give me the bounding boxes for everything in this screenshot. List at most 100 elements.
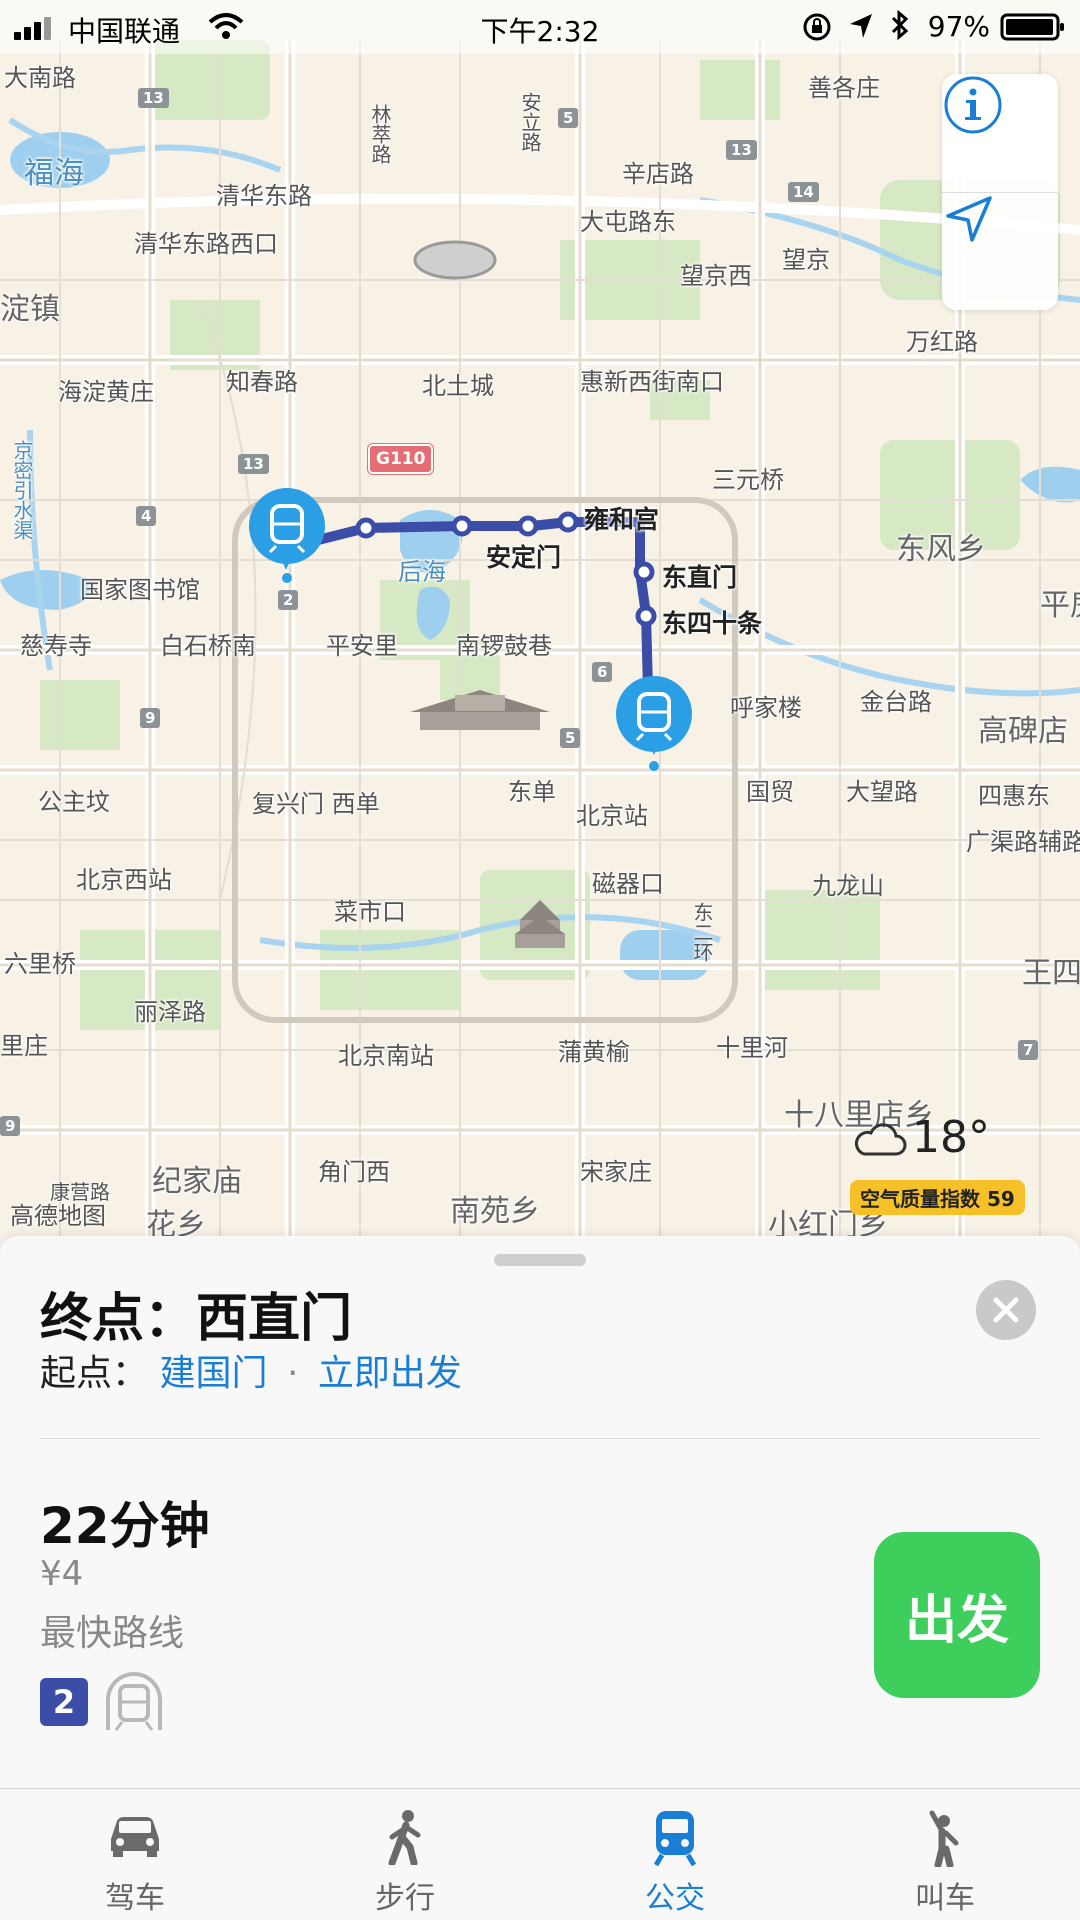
tab-walk-label: 步行 (375, 1881, 435, 1916)
battery-icon (1000, 13, 1064, 41)
map-place-label: 望京 (782, 246, 830, 274)
go-button[interactable]: 出发 (874, 1532, 1040, 1698)
origin-separator: · (286, 1353, 299, 1394)
road-shield: 9 (0, 1116, 21, 1136)
map-place-label: 磁器口 (592, 870, 664, 898)
map-place-label: 菜市口 (334, 898, 406, 926)
station-label[interactable]: 东四十条 (662, 604, 762, 640)
sheet-grabber[interactable] (494, 1254, 586, 1266)
map-place-label: 南苑乡 (450, 1194, 540, 1229)
map-place-label: 京密引水渠 (10, 440, 34, 540)
route-stop-dot (355, 517, 377, 539)
tab-drive-label: 驾车 (105, 1881, 165, 1916)
station-label[interactable]: 东直门 (662, 558, 737, 594)
road-shield: 5 (560, 728, 581, 748)
map-place-label: 国家图书馆 (80, 576, 200, 604)
road-shield: 2 (278, 590, 299, 610)
map-place-label: 广渠路辅路 (966, 828, 1080, 856)
subway-train-icon (106, 1672, 162, 1731)
air-quality-badge: 空气质量指数 59 (850, 1180, 1025, 1215)
map-base (0, 40, 1080, 1240)
route-sheet: 终点：西直门 起点： 建国门 · 立即出发 22分钟 ¥4 最快路线 2 出发 (0, 1236, 1080, 1788)
route-stop-dot (557, 511, 579, 533)
sheet-divider (40, 1438, 1040, 1439)
route-duration: 22分钟 (40, 1497, 210, 1555)
origin-label: 起点： (40, 1353, 149, 1394)
subway-line-badge: 2 (40, 1678, 88, 1726)
map-place-label: 国贸 (746, 778, 794, 806)
map-place-label: 北京南站 (338, 1042, 434, 1070)
car-icon (111, 1817, 159, 1857)
road-shield: 13 (726, 140, 757, 160)
map-place-label: 大望路 (846, 778, 918, 806)
tab-walk[interactable]: 步行 (270, 1789, 540, 1920)
map-place-label: 角门西 (318, 1158, 390, 1186)
info-icon (944, 76, 1002, 134)
close-button[interactable] (976, 1280, 1036, 1340)
map-place-label: 慈寿寺 (20, 632, 92, 660)
map-place-label: 花乡 (146, 1208, 206, 1240)
tab-ride-label: 叫车 (915, 1881, 975, 1916)
map-place-label: 九龙山 (812, 872, 884, 900)
map-place-label: 东风乡 (896, 532, 986, 567)
route-stop-dot (451, 515, 473, 537)
map-place-label: 平安里 (326, 632, 398, 660)
depart-time-link[interactable]: 立即出发 (318, 1353, 462, 1394)
bluetooth-icon (891, 10, 909, 40)
highway-shield: G110 (368, 444, 434, 474)
road-shield: 13 (238, 454, 269, 474)
status-bar: 中国联通 下午2:32 97% (0, 0, 1080, 54)
station-label[interactable]: 雍和宫 (584, 500, 659, 536)
map-place-label: 东单 (508, 778, 556, 806)
map-place-label: 高碑店 (978, 714, 1068, 749)
route-stop-dot (635, 605, 657, 627)
map-place-label: 丽泽路 (134, 998, 206, 1026)
map-place-label: 平房 (1040, 588, 1080, 623)
map-place-label: 福海 (24, 156, 84, 191)
map-place-label: 北京站 (576, 802, 648, 830)
map-place-label: 南锣鼓巷 (456, 632, 552, 660)
map-place-label: 纪家庙 (152, 1164, 242, 1199)
map-attribution: 高德地图 (10, 1202, 106, 1230)
tab-drive[interactable]: 驾车 (0, 1789, 270, 1920)
close-icon (993, 1297, 1019, 1323)
road-shield: 14 (788, 182, 819, 202)
map-place-label: 善各庄 (808, 74, 880, 102)
weather-temperature: 18° (912, 1112, 990, 1163)
map-place-label: 三元桥 (712, 466, 784, 494)
transport-mode-tab-bar: 驾车 步行 公交 叫车 (0, 1788, 1080, 1920)
tab-transit-label: 公交 (645, 1881, 705, 1916)
station-label[interactable]: 安定门 (486, 538, 561, 574)
map-place-label: 辛店路 (622, 160, 694, 188)
map-place-label: 林萃路 (368, 104, 392, 164)
map-place-label: 里庄 (0, 1032, 48, 1060)
origin-link[interactable]: 建国门 (159, 1353, 267, 1394)
route-stop-dot (633, 561, 655, 583)
map-place-label: 十里河 (716, 1034, 788, 1062)
tab-transit[interactable]: 公交 (540, 1789, 810, 1920)
locate-button[interactable] (942, 192, 1058, 310)
hail-icon (929, 1810, 959, 1867)
walk-icon (388, 1810, 421, 1865)
map-view[interactable]: 大南路 福海 清华东路 清华东路西口 淀镇 海淀黄庄 知春路 北土城 惠新西街南… (0, 0, 1080, 1240)
road-shield: 6 (592, 662, 613, 682)
forbidden-city-landmark (410, 690, 550, 730)
map-place-label: 王四营 (1022, 956, 1080, 991)
route-fare: ¥4 (40, 1554, 84, 1594)
cloud-icon (854, 1123, 907, 1156)
map-place-label: 清华东路西口 (134, 230, 278, 258)
map-place-label: 宋家庄 (580, 1158, 652, 1186)
destination-title: 终点：西直门 (40, 1289, 353, 1349)
map-place-label: 金台路 (860, 688, 932, 716)
location-arrow-icon (946, 196, 992, 242)
battery-percent: 97% (927, 10, 990, 43)
tab-ride[interactable]: 叫车 (810, 1789, 1080, 1920)
map-place-label: 淀镇 (0, 292, 60, 327)
map-place-label: 海淀黄庄 (58, 378, 154, 406)
info-button[interactable] (942, 74, 1058, 192)
map-place-label: 蒲黄榆 (558, 1038, 630, 1066)
map-place-label: 北京西站 (76, 866, 172, 894)
map-place-label: 望京西 (680, 262, 752, 290)
origin-line: 起点： 建国门 · 立即出发 (40, 1344, 462, 1396)
map-place-label: 复兴门 西单 (252, 790, 380, 818)
